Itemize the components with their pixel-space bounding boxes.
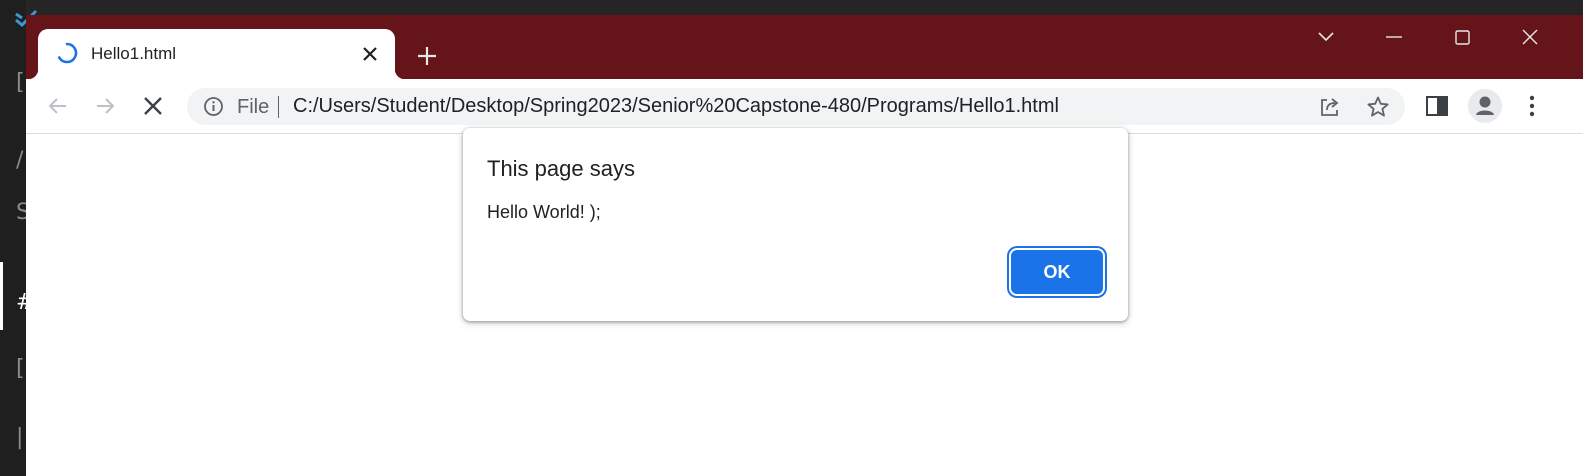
- tab-strip: Hello1.html: [26, 15, 1583, 79]
- back-arrow-icon[interactable]: [45, 93, 71, 119]
- activity-explorer-icon[interactable]: [: [16, 70, 25, 95]
- security-label: File: [237, 96, 270, 118]
- tab-search-icon[interactable]: [1306, 25, 1346, 51]
- window-close-icon[interactable]: [1510, 25, 1550, 51]
- tab-title: Hello1.html: [91, 44, 177, 63]
- dialog-message: Hello World! );: [487, 202, 601, 222]
- omnibox-separator: [278, 96, 279, 118]
- maximize-icon[interactable]: [1442, 25, 1482, 51]
- side-panel-icon[interactable]: [1423, 92, 1451, 120]
- stop-icon[interactable]: [140, 93, 166, 119]
- profile-avatar[interactable]: [1468, 89, 1502, 123]
- kebab-menu-icon[interactable]: [1518, 92, 1546, 120]
- address-bar[interactable]: File C:/Users/Student/Desktop/Spring2023…: [187, 88, 1405, 125]
- alert-dialog: This page says Hello World! ); OK: [463, 128, 1128, 321]
- url-text[interactable]: C:/Users/Student/Desktop/Spring2023/Seni…: [293, 95, 1059, 118]
- ok-button[interactable]: OK: [1011, 250, 1103, 294]
- share-icon[interactable]: [1318, 95, 1342, 119]
- background-editor-strip: [ / S # [ |: [0, 0, 38, 476]
- plus-icon[interactable]: [414, 43, 440, 69]
- activity-accounts-icon[interactable]: |: [16, 425, 23, 450]
- activity-search-icon[interactable]: /: [16, 148, 23, 173]
- tab-active[interactable]: Hello1.html: [28, 29, 405, 79]
- close-icon[interactable]: [358, 42, 382, 66]
- star-icon[interactable]: [1366, 95, 1390, 119]
- info-icon[interactable]: [203, 96, 224, 117]
- activity-extensions-icon[interactable]: [: [16, 356, 25, 381]
- activity-active-indicator: [0, 262, 3, 330]
- minimize-icon[interactable]: [1374, 25, 1414, 51]
- profile-icon: [1476, 96, 1494, 115]
- forward-arrow-icon[interactable]: [92, 93, 118, 119]
- browser-toolbar: File C:/Users/Student/Desktop/Spring2023…: [26, 79, 1583, 134]
- loading-spinner-icon: [57, 42, 78, 64]
- dialog-title: This page says: [487, 156, 635, 181]
